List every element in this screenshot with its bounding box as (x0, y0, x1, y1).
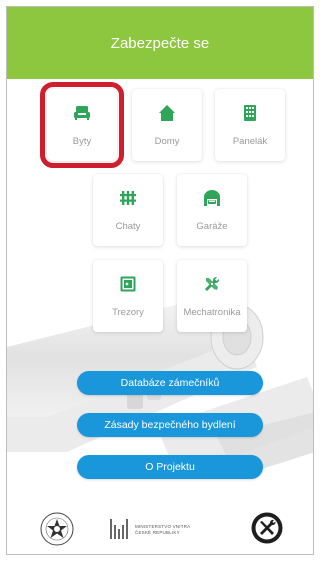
police-star-logo (40, 512, 74, 546)
tile-panelak[interactable]: Panelák (215, 89, 285, 161)
safe-icon (120, 276, 136, 291)
ministry-logo-text: MINISTERSTVO VNITRA ČESKÉ REPUBLIKY (135, 524, 190, 536)
tile-domy[interactable]: Domy (132, 89, 202, 161)
house-icon (159, 104, 175, 121)
app-screen: Zabezpečte se Byty Domy Panelák Chaty Ga… (6, 6, 314, 555)
tools-badge-icon (251, 512, 283, 544)
ministry-line-2: ČESKÉ REPUBLIKY (135, 530, 180, 535)
fence-icon (120, 190, 136, 205)
tile-label: Trezory (112, 306, 144, 318)
tile-garaze[interactable]: Garáže (177, 174, 247, 246)
tile-byty[interactable]: Byty (40, 82, 124, 168)
footer-logos: MINISTERSTVO VNITRA ČESKÉ REPUBLIKY (7, 507, 313, 554)
tile-label: Byty (72, 135, 92, 147)
building-icon (244, 104, 256, 121)
tile-label: Garáže (196, 220, 228, 232)
tile-label: Domy (154, 135, 180, 147)
tile-trezory[interactable]: Trezory (93, 260, 163, 332)
ministry-emblem-icon (110, 519, 128, 539)
safe-living-principles-button[interactable]: Zásady bezpečného bydlení (77, 413, 263, 437)
page-title: Zabezpečte se (110, 34, 210, 52)
tile-mechatronika[interactable]: Mechatronika (177, 260, 247, 332)
tile-label: Panelák (232, 135, 268, 147)
tile-label: Mechatronika (183, 306, 241, 318)
about-project-button[interactable]: O Projektu (77, 455, 263, 479)
wrench-screwdriver-icon (205, 276, 220, 291)
app-header: Zabezpečte se (7, 7, 313, 79)
locksmith-database-button[interactable]: Databáze zámečníků (77, 371, 263, 395)
sofa-icon (74, 105, 90, 120)
tile-chaty[interactable]: Chaty (93, 174, 163, 246)
garage-car-icon (204, 189, 220, 206)
tile-label: Chaty (115, 220, 141, 232)
